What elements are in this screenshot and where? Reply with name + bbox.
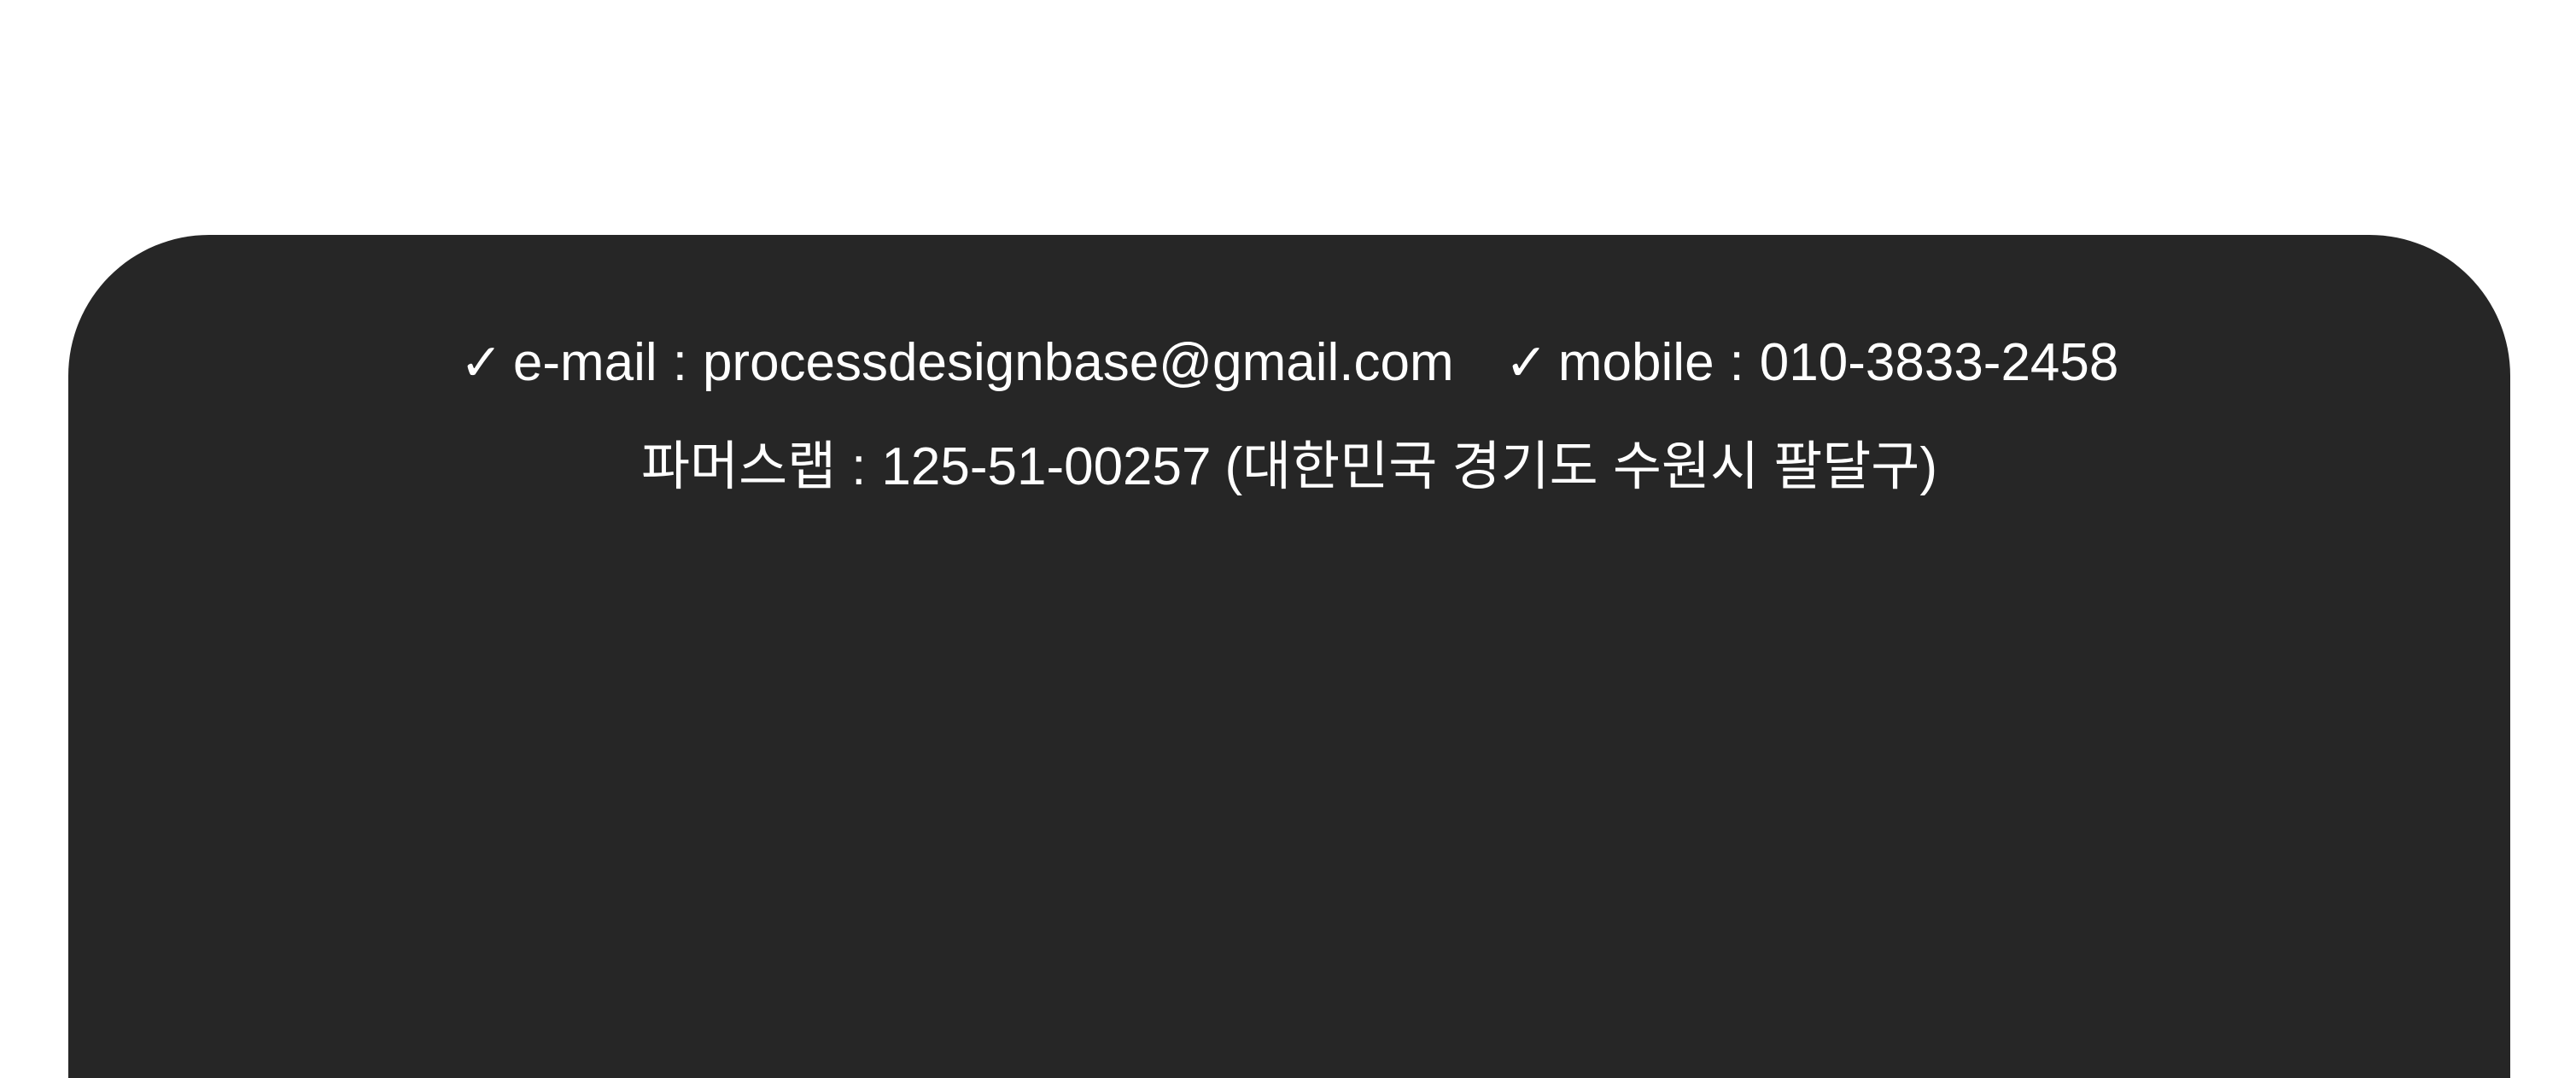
business-info-line: 파머스랩 : 125-51-00257 (대한민국 경기도 수원시 팔달구) — [68, 431, 2510, 503]
business-name: 파머스랩 — [640, 437, 837, 496]
mobile-separator: : — [1729, 333, 1744, 392]
email-contact: ✓ e-mail : processdesignbase@gmail.com — [460, 327, 1454, 399]
business-location: (대한민국 경기도 수원시 팔달구) — [1224, 437, 1938, 496]
check-icon: ✓ — [459, 334, 503, 391]
email-label: e-mail — [512, 333, 657, 392]
check-icon: ✓ — [1504, 334, 1548, 391]
mobile-label: mobile — [1557, 333, 1714, 392]
business-separator: : — [851, 437, 867, 496]
contact-line: ✓ e-mail : processdesignbase@gmail.com ✓… — [68, 327, 2510, 399]
business-registration-number: 125-51-00257 — [881, 437, 1212, 496]
footer-panel: ✓ e-mail : processdesignbase@gmail.com ✓… — [68, 235, 2510, 1078]
mobile-value[interactable]: 010-3833-2458 — [1760, 327, 2119, 399]
email-value[interactable]: processdesignbase@gmail.com — [703, 327, 1454, 399]
email-separator: : — [672, 333, 687, 392]
mobile-contact: ✓ mobile : 010-3833-2458 — [1505, 327, 2119, 399]
